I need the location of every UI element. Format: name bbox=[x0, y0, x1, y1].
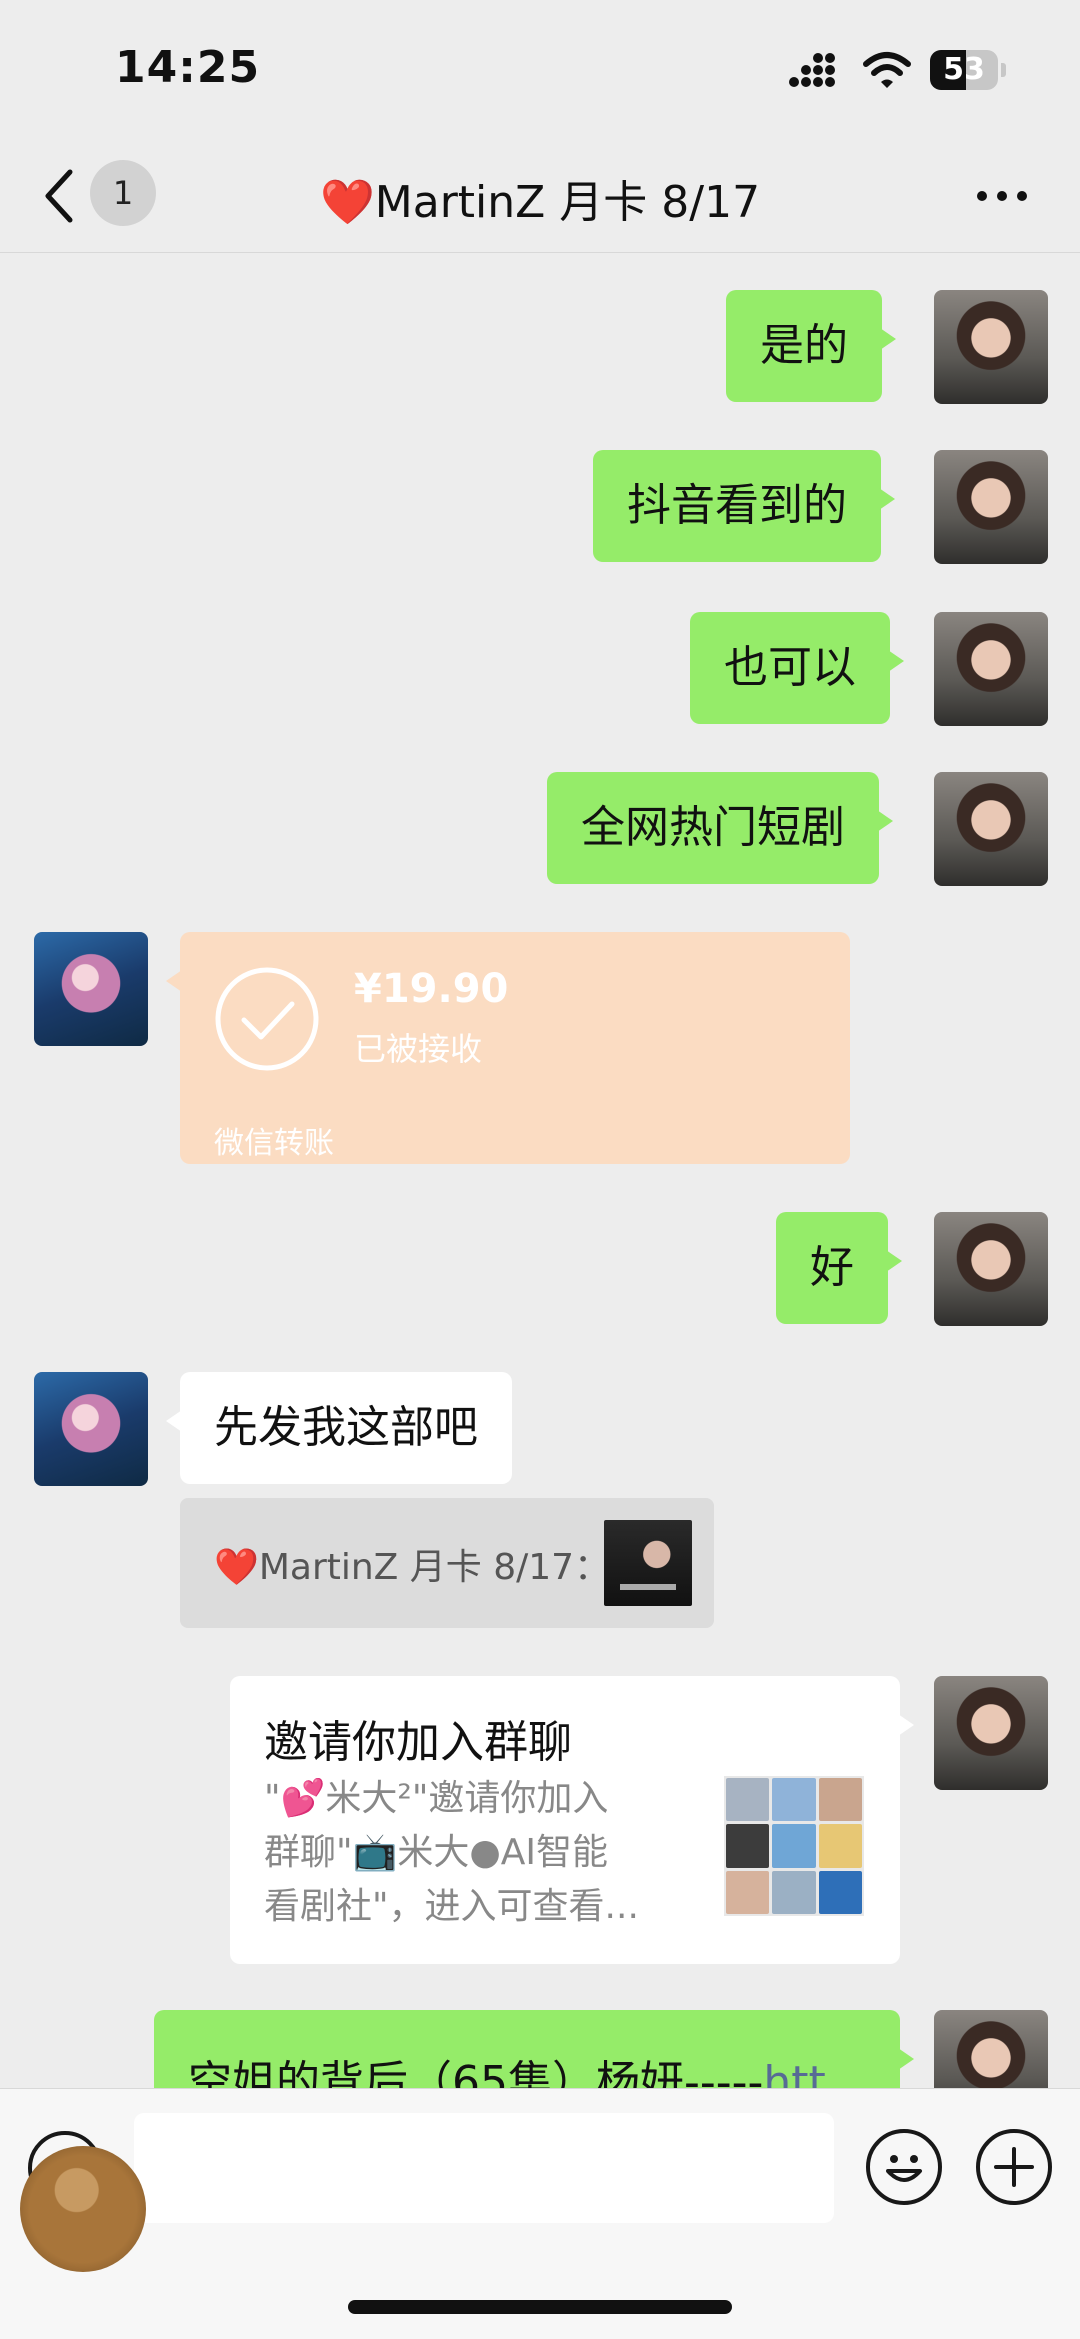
my-avatar[interactable] bbox=[934, 450, 1048, 564]
my-avatar[interactable] bbox=[934, 1212, 1048, 1326]
quoted-message[interactable]: ❤️MartinZ 月卡 8/17： bbox=[180, 1498, 714, 1628]
my-avatar[interactable] bbox=[934, 1676, 1048, 1790]
chat-header: 1 ❤️MartinZ 月卡 8/17 bbox=[0, 140, 1080, 253]
status-time: 14:25 bbox=[115, 42, 261, 93]
chat-title: ❤️MartinZ 月卡 8/17 bbox=[320, 177, 761, 228]
checkmark-icon bbox=[215, 967, 319, 1071]
signal-icon bbox=[789, 53, 835, 87]
my-avatar[interactable] bbox=[934, 772, 1048, 886]
home-indicator bbox=[348, 2300, 732, 2314]
my-avatar[interactable] bbox=[934, 612, 1048, 726]
message-input[interactable] bbox=[134, 2113, 834, 2223]
wifi-icon bbox=[863, 52, 911, 88]
emoji-icon[interactable] bbox=[866, 2129, 942, 2205]
plus-icon[interactable] bbox=[976, 2129, 1052, 2205]
quote-thumbnail bbox=[604, 1520, 692, 1606]
transfer-footer: 微信转账 bbox=[214, 1126, 334, 1161]
transfer-status: 已被接收 bbox=[354, 1030, 483, 1068]
unread-count-badge[interactable]: 1 bbox=[90, 160, 156, 226]
floating-avatar[interactable] bbox=[20, 2146, 146, 2272]
sent-message[interactable]: 好 bbox=[776, 1212, 902, 1324]
received-message[interactable]: 先发我这部吧 bbox=[166, 1372, 512, 1484]
group-invite-card[interactable]: 邀请你加入群聊 "💕米大²"邀请你加入 群聊"📺米大●AI智能 看剧社"，进入可… bbox=[230, 1676, 914, 1964]
sent-message[interactable]: 是的 bbox=[726, 290, 896, 402]
group-avatar-grid bbox=[724, 1776, 864, 1916]
contact-avatar[interactable] bbox=[34, 932, 148, 1046]
sent-message[interactable]: 抖音看到的 bbox=[593, 450, 895, 562]
invite-description: "💕米大²"邀请你加入 群聊"📺米大●AI智能 看剧社"，进入可查看... bbox=[264, 1778, 639, 1927]
status-bar: 14:25 53 bbox=[0, 0, 1080, 140]
contact-avatar[interactable] bbox=[34, 1372, 148, 1486]
quote-text: ❤️MartinZ 月卡 8/17： bbox=[214, 1547, 611, 1588]
my-avatar[interactable] bbox=[934, 290, 1048, 404]
transfer-card[interactable]: ¥19.90 已被接收 微信转账 bbox=[166, 932, 850, 1164]
sent-message[interactable]: 全网热门短剧 bbox=[547, 772, 893, 884]
battery-percent: 53 bbox=[943, 52, 985, 87]
transfer-amount: ¥19.90 bbox=[354, 966, 509, 1012]
battery-icon: 53 bbox=[930, 50, 1006, 90]
sent-message[interactable]: 也可以 bbox=[690, 612, 904, 724]
more-dots-icon[interactable] bbox=[974, 176, 1030, 216]
back-chevron-icon[interactable] bbox=[40, 166, 80, 226]
invite-title: 邀请你加入群聊 bbox=[264, 1717, 572, 1768]
